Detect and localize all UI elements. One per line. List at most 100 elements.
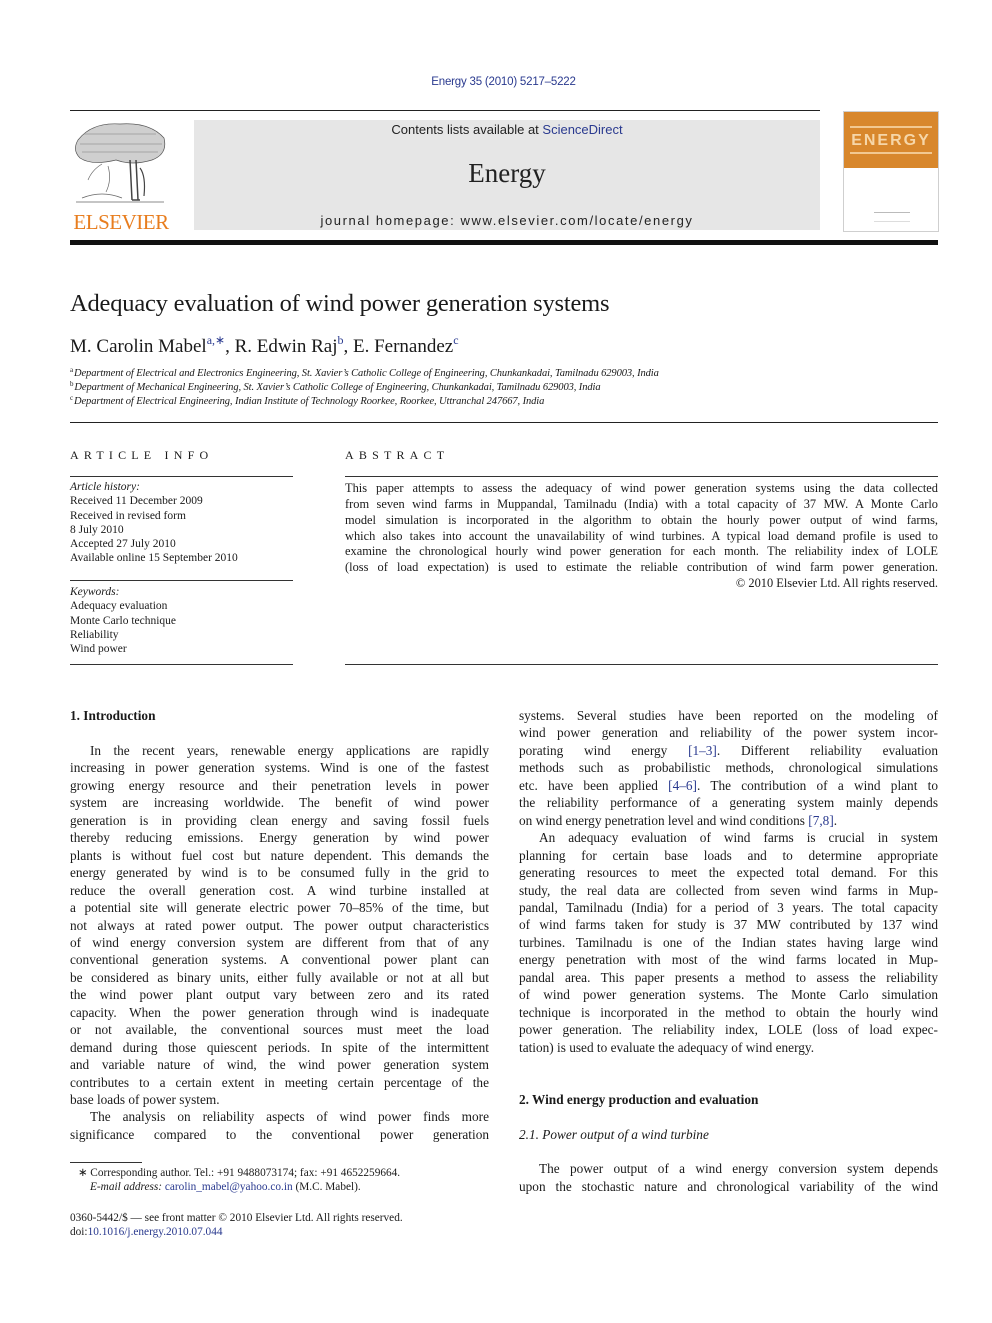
body-text-fragment: . The contribution of a wind plant to [696,777,938,793]
journal-citation[interactable]: Energy 35 (2010) 5217–5222 [0,76,992,88]
body-text-line: demand during those quiescent periods. I… [70,1039,489,1055]
body-text-line: systems. Several studies have been repor… [519,708,938,723]
doi-line: doi:10.1016/j.energy.2010.07.044 [70,1226,223,1238]
keyword[interactable]: Reliability [70,628,176,642]
body-text-line: porating wind energy [1–3]. Different re… [519,743,938,761]
sciencedirect-link[interactable]: ScienceDirect [542,122,622,137]
header-top-rule [70,110,820,111]
affiliation-text: Department of Electrical Engineering, In… [74,396,545,407]
history-entry: Available online 15 September 2010 [70,552,238,565]
body-text-line: the reliability performance of a generat… [519,795,938,811]
body-text-line: be considered as binary units, either fu… [70,969,489,985]
affiliation: aDepartment of Electrical and Electronic… [70,366,659,379]
body-text-line: planning for certain base loads and to d… [519,847,938,863]
cover-topic-bar [850,152,932,154]
body-text-line: of wind farms taken for study is 37 MW c… [519,917,938,933]
journal-cover-thumbnail[interactable]: ENERGY [843,111,939,232]
body-text-line: tation) is used to evaluate the adequacy… [519,1039,815,1055]
paper-title: Adequacy evaluation of wind power genera… [70,290,610,317]
affiliation-text: Department of Electrical and Electronics… [74,368,659,379]
affiliation: cDepartment of Electrical Engineering, I… [70,394,544,407]
body-text-line: growing energy resource and their penetr… [70,777,489,793]
abstract-rule [345,476,938,477]
email-label: E-mail address: [90,1181,165,1193]
abstract-line: (loss of load expectation) is used to es… [345,560,938,574]
body-text-line: power generation. The reliability index,… [519,1022,938,1038]
reference-link[interactable]: [4–6] [668,778,697,793]
reference-link[interactable]: [1–3] [688,743,717,758]
author-name[interactable]: M. Carolin Mabel [70,336,207,357]
cover-title: ENERGY [851,132,931,149]
body-text-line: technique is incorporated in the method … [519,1004,938,1020]
header-thick-rule [70,240,938,245]
history-entry: Received in revised form [70,509,186,522]
body-text-line: methods such as probabilistic methods, c… [519,760,938,776]
body-text-line: a potential site will generate electric … [70,900,489,916]
author-name[interactable]: E. Fernandez [353,336,453,357]
author-name[interactable]: R. Edwin Raj [235,336,338,357]
keywords: Keywords: Adequacy evaluation Monte Carl… [70,585,176,656]
keyword[interactable]: Wind power [70,642,176,656]
history-entry: Accepted 27 July 2010 [70,538,176,551]
body-text-line: energy penetration with most of the wind… [519,952,938,968]
body-text-line: or not available, the conventional sourc… [70,1022,489,1038]
body-text-line: upon the stochastic nature and chronolog… [519,1179,938,1194]
issn-line: 0360-5442/$ — see front matter © 2010 El… [70,1212,403,1224]
body-text-fragment: porating wind energy [519,742,689,758]
keywords-label: Keywords: [70,586,120,598]
abstract-line: from seven wind farms in Muppandal, Tami… [345,497,938,511]
body-text-line: capacity. When the power generation thro… [70,1004,489,1020]
body-text-line: pandal, Tamilnadu (India) for a period o… [519,899,938,915]
section-1-heading: 1. Introduction [70,708,156,723]
abstract-line: This paper attempts to assess the adequa… [345,481,938,495]
abstract-line: which also takes into account the unavai… [345,529,938,543]
cover-topic-bar [850,126,932,128]
author-affiliation-mark[interactable]: a,∗ [207,333,225,347]
article-history-label: Article history: [70,481,140,493]
elsevier-wordmark: ELSEVIER [73,210,169,234]
affiliation-mark: a [70,366,74,374]
history-entry: Received 11 December 2009 [70,495,203,508]
elsevier-logo[interactable]: ELSEVIER [70,120,170,234]
body-text-line: wind power generation and reliability of… [519,725,938,741]
body-text-line: An adequacy evaluation of wind farms is … [539,830,938,846]
article-info-heading: ARTICLE INFO [70,448,214,462]
body-text-line: not always at rated power output. The po… [70,917,489,933]
author-list: M. Carolin Mabela,∗, R. Edwin Rajb, E. F… [70,333,459,358]
body-text-line: pandal area. This paper presents a metho… [519,969,938,985]
author-affiliation-mark[interactable]: c [453,333,458,347]
affiliations-rule [70,422,938,423]
corresponding-author-footnote: ∗ Corresponding author. Tel.: +91 948807… [78,1167,401,1179]
body-text-line: generating resources to meet the expecte… [519,865,938,881]
body-text-line: the wind power plant output vary between… [70,987,489,1003]
author-separator: , [225,336,235,357]
affiliation-text: Department of Mechanical Engineering, St… [74,382,601,393]
affiliation: bDepartment of Mechanical Engineering, S… [70,380,601,393]
body-text-line: of wind power generation systems. The Mo… [519,987,938,1003]
body-text-line: of wind energy conversion system are dif… [70,934,489,950]
affiliation-mark: c [70,394,74,402]
section-2-heading: 2. Wind energy production and evaluation [519,1092,759,1107]
subsection-2-1-heading: 2.1. Power output of a wind turbine [519,1127,709,1142]
body-text-line: The power output of a wind energy conver… [539,1161,938,1176]
keyword[interactable]: Adequacy evaluation [70,599,176,613]
body-text-line: contributes to a certain extent in meeti… [70,1074,489,1090]
history-entry: 8 July 2010 [70,523,124,536]
body-text-line: study, the real data are collected from … [519,882,938,898]
body-text-line: system are increasing worldwide. The ben… [70,795,489,811]
journal-banner: Contents lists available at ScienceDirec… [194,120,820,230]
body-text-line: thereby reducing emissions. Energy gener… [70,830,489,846]
journal-homepage-link[interactable]: journal homepage: www.elsevier.com/locat… [194,213,820,228]
article-info-bottom-rule [70,664,293,665]
reference-link[interactable]: [7,8] [808,813,833,828]
email-suffix: (M.C. Mabel). [292,1181,361,1193]
body-text-line: increasing in power generation systems. … [70,760,489,776]
email-link[interactable]: carolin_mabel@yahoo.co.in [165,1181,293,1193]
journal-name: Energy [468,158,546,188]
body-text-fragment: on wind energy penetration level and win… [519,812,809,828]
keyword[interactable]: Monte Carlo technique [70,614,176,628]
article-info-rule [70,476,293,477]
elsevier-tree-icon [75,123,166,203]
doi-link[interactable]: 10.1016/j.energy.2010.07.044 [88,1226,223,1238]
body-text-line: base loads of power system. [70,1092,220,1107]
